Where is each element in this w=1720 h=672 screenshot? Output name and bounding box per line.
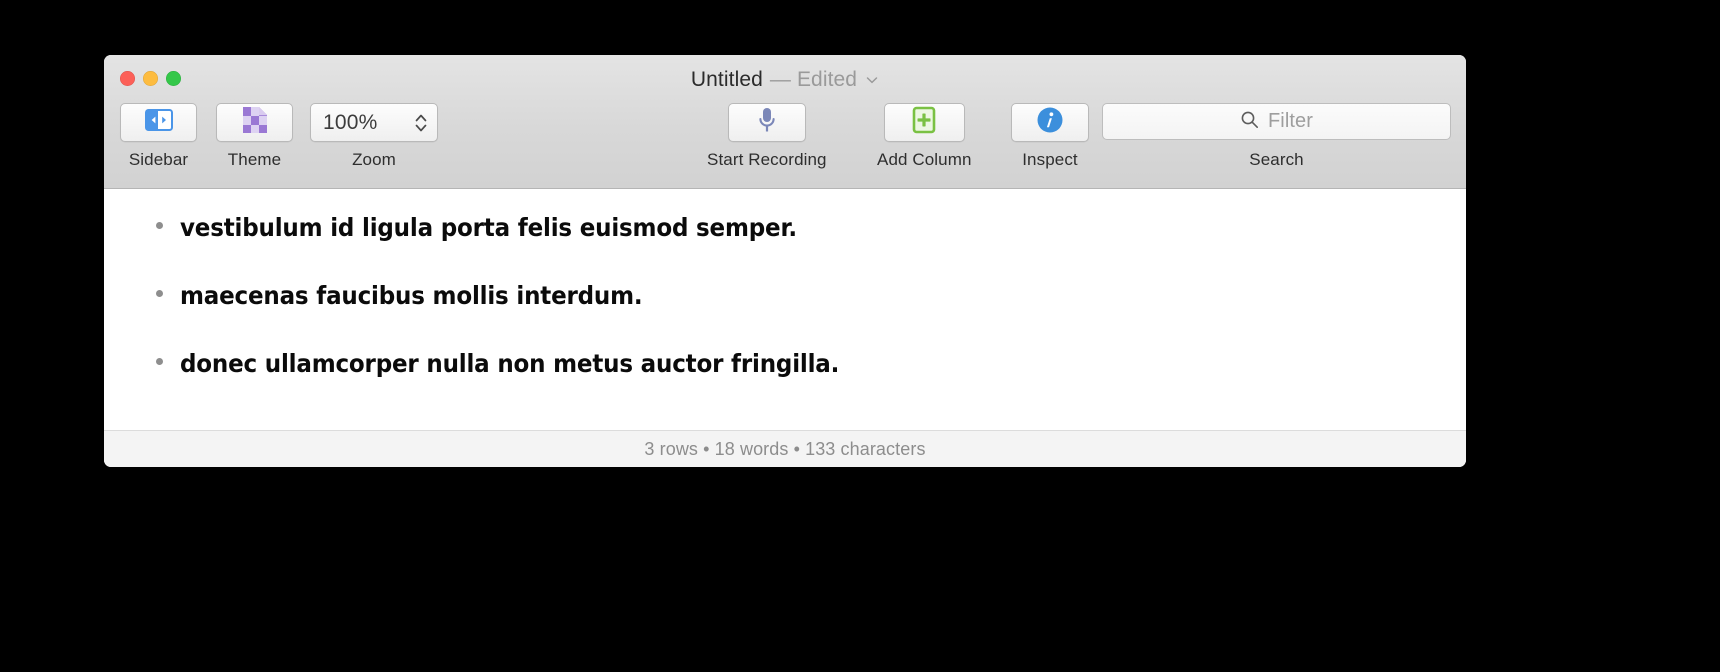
- list-item[interactable]: donec ullamcorper nulla non metus auctor…: [104, 349, 1466, 417]
- stepper-arrows-icon[interactable]: [414, 110, 428, 136]
- edited-status: — Edited: [769, 68, 858, 91]
- inspect-label: Inspect: [1022, 150, 1078, 169]
- search-placeholder: Filter: [1267, 110, 1314, 132]
- title-bar: Untitled — Edited: [104, 67, 1466, 93]
- list-item-text: donec ullamcorper nulla non metus auctor…: [180, 349, 840, 378]
- add-column-button[interactable]: [883, 103, 965, 142]
- bullet-icon: [156, 290, 163, 297]
- search-label: Search: [1249, 150, 1304, 169]
- page-title: Untitled: [690, 68, 763, 91]
- bullet-icon: [156, 358, 163, 365]
- inspect-button[interactable]: [1011, 103, 1089, 142]
- status-text: 3 rows • 18 words • 133 characters: [644, 438, 926, 459]
- theme-label: Theme: [227, 150, 282, 169]
- document-area[interactable]: vestibulum id ligula porta felis euismod…: [104, 189, 1466, 430]
- start-recording-label: Start Recording: [707, 150, 827, 169]
- status-bar: 3 rows • 18 words • 133 characters: [104, 430, 1466, 467]
- start-recording-button[interactable]: [727, 103, 806, 142]
- toolbar-item-add-column[interactable]: Add Column: [877, 103, 972, 170]
- theme-document-icon: [242, 106, 268, 139]
- toolbar-item-search[interactable]: Filter Search: [1102, 103, 1451, 170]
- add-column-icon: [912, 106, 936, 139]
- list-item-text: maecenas faucibus mollis interdum.: [180, 281, 643, 310]
- toolbar-item-start-recording[interactable]: Start Recording: [707, 103, 827, 170]
- desktop-background: Untitled — Edited Sidebar Theme 100% Zoo…: [0, 0, 1720, 672]
- zoom-label: Zoom: [352, 150, 396, 169]
- add-column-label: Add Column: [877, 150, 972, 169]
- microphone-icon: [757, 106, 777, 139]
- search-input[interactable]: Filter: [1102, 103, 1451, 140]
- outline-list: vestibulum id ligula porta felis euismod…: [104, 213, 1466, 417]
- info-circle-icon: [1036, 106, 1064, 139]
- list-item-text: vestibulum id ligula porta felis euismod…: [180, 213, 797, 242]
- toolbar-item-sidebar[interactable]: Sidebar: [120, 103, 197, 170]
- chevron-down-icon[interactable]: [865, 73, 879, 87]
- app-window: Untitled — Edited Sidebar Theme 100% Zoo…: [104, 55, 1466, 467]
- toolbar: Sidebar Theme 100% Zoom Start Recording …: [104, 103, 1466, 187]
- theme-button[interactable]: [216, 103, 293, 142]
- list-item[interactable]: maecenas faucibus mollis interdum.: [104, 281, 1466, 349]
- toolbar-item-inspect[interactable]: Inspect: [1011, 103, 1089, 170]
- window-chrome: Untitled — Edited Sidebar Theme 100% Zoo…: [104, 55, 1466, 189]
- bullet-icon: [156, 222, 163, 229]
- list-item[interactable]: vestibulum id ligula porta felis euismod…: [104, 213, 1466, 281]
- sidebar-icon: [144, 109, 173, 136]
- sidebar-label: Sidebar: [128, 150, 189, 169]
- toolbar-item-zoom[interactable]: 100% Zoom: [310, 103, 438, 170]
- sidebar-button[interactable]: [120, 103, 197, 142]
- search-icon: [1240, 110, 1259, 134]
- toolbar-item-theme[interactable]: Theme: [216, 103, 293, 170]
- zoom-stepper[interactable]: 100%: [310, 103, 438, 142]
- zoom-value: 100%: [323, 110, 378, 134]
